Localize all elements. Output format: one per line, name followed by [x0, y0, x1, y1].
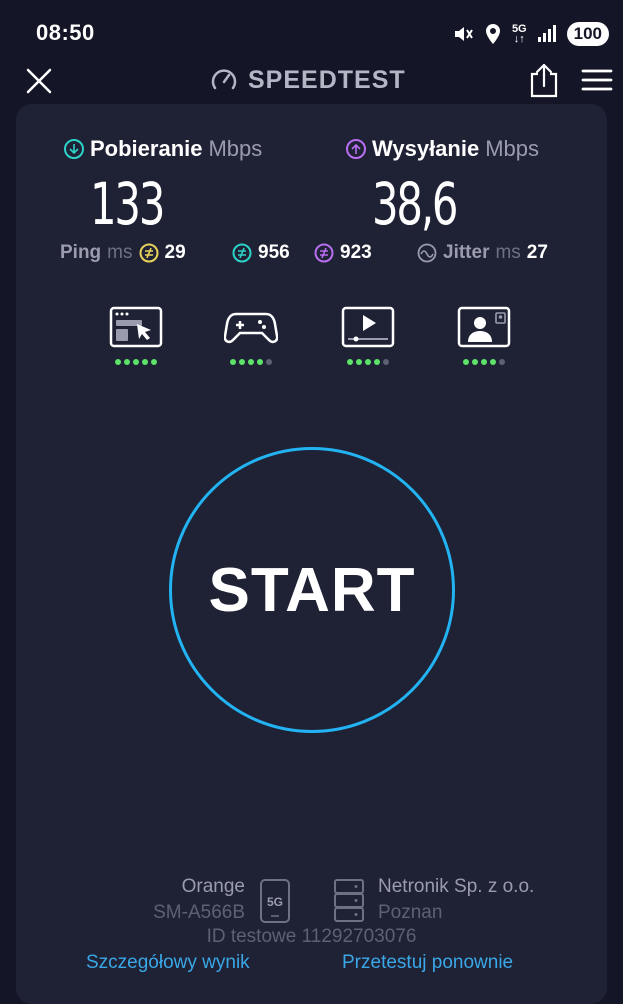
network-type-icon: 5G ↓↑ — [511, 23, 527, 45]
top-bar: SPEEDTEST — [0, 58, 623, 102]
ping-upload-value: 923 — [340, 242, 372, 263]
quality-gaming[interactable] — [221, 306, 281, 365]
details-link[interactable]: Szczegółowy wynik — [86, 952, 250, 974]
quality-dot — [365, 359, 371, 365]
battery-indicator: 100 — [566, 22, 609, 46]
device-model: SM-A566B — [153, 902, 245, 923]
quality-videocall[interactable] — [454, 306, 514, 365]
quality-dot — [383, 359, 389, 365]
start-label: START — [208, 555, 416, 625]
quality-dot — [490, 359, 496, 365]
latency-stats: Ping ms 29 956 923 Jitter ms 27 — [60, 242, 580, 270]
quality-dot — [374, 359, 380, 365]
download-metric: Pobieranie Mbps 133 — [64, 136, 262, 238]
server-icon — [334, 879, 364, 922]
video-streaming-icon — [341, 306, 395, 348]
download-icon — [64, 139, 84, 159]
jitter-value: 27 — [526, 242, 548, 263]
network-badge: 5G — [267, 895, 283, 909]
video-call-icon — [457, 306, 511, 348]
quality-dot — [472, 359, 478, 365]
ping-idle: Ping ms 29 — [60, 242, 186, 264]
gaming-icon — [223, 312, 279, 344]
quality-dots — [454, 359, 514, 365]
quality-dot — [347, 359, 353, 365]
ping-unit: ms — [107, 242, 133, 263]
quality-dot — [115, 359, 121, 365]
quality-video[interactable] — [338, 306, 398, 365]
quality-dot — [142, 359, 148, 365]
download-value: 133 — [90, 170, 165, 238]
idle-latency-icon — [139, 243, 158, 263]
results-card: Pobieranie Mbps 133 Wysyłanie Mbps 38,6 … — [16, 104, 607, 1004]
jitter-stat: Jitter ms 27 — [417, 242, 548, 264]
quality-dot — [239, 359, 245, 365]
brand: SPEEDTEST — [210, 64, 406, 96]
quality-dot — [257, 359, 263, 365]
quality-dot — [499, 359, 505, 365]
download-unit: Mbps — [208, 136, 263, 161]
app-title: SPEEDTEST — [248, 65, 406, 94]
mute-icon — [454, 27, 473, 41]
quality-dots — [221, 359, 281, 365]
ping-download: 956 — [232, 242, 290, 264]
share-icon[interactable] — [528, 62, 560, 98]
status-icons: 5G ↓↑ 100 — [452, 18, 609, 50]
clock: 08:50 — [36, 20, 95, 45]
ping-label: Ping — [60, 242, 102, 263]
phone-5g-icon: 5G — [260, 879, 290, 923]
status-bar: 08:50 5G ↓↑ 100 — [0, 0, 623, 62]
quality-dot — [481, 359, 487, 365]
start-button[interactable]: START — [169, 447, 455, 733]
quality-dot — [266, 359, 272, 365]
quality-dot — [463, 359, 469, 365]
jitter-unit: ms — [495, 242, 521, 263]
upload-icon — [346, 139, 366, 159]
quality-dot — [248, 359, 254, 365]
menu-icon[interactable] — [580, 66, 614, 94]
server-city: Poznan — [378, 902, 443, 923]
quality-dot — [230, 359, 236, 365]
jitter-icon — [417, 243, 437, 263]
quality-dot — [356, 359, 362, 365]
upload-metric: Wysyłanie Mbps 38,6 — [346, 136, 539, 238]
upload-label: Wysyłanie — [372, 136, 480, 161]
quality-dot — [124, 359, 130, 365]
test-id: ID testowe 11292703076 — [206, 926, 417, 947]
server-info[interactable]: Netronik Sp. z o.o. Poznan — [378, 874, 534, 926]
quality-browsing[interactable] — [106, 306, 166, 365]
ping-upload: 923 — [314, 242, 372, 264]
server-name: Netronik Sp. z o.o. — [378, 876, 535, 897]
close-icon[interactable] — [24, 66, 54, 96]
browsing-icon — [109, 306, 163, 348]
ping-idle-value: 29 — [164, 242, 186, 263]
quality-indicators — [106, 306, 526, 366]
retest-link[interactable]: Przetestuj ponownie — [342, 952, 513, 974]
carrier-name: Orange — [181, 876, 245, 897]
upload-latency-icon — [314, 243, 334, 263]
download-latency-icon — [232, 243, 252, 263]
upload-value: 38,6 — [372, 170, 459, 238]
carrier-info: Orange SM-A566B — [153, 874, 245, 926]
download-label: Pobieranie — [90, 136, 203, 161]
signal-icon — [537, 25, 556, 42]
quality-dot — [151, 359, 157, 365]
speedometer-icon — [211, 69, 237, 90]
jitter-label: Jitter — [443, 242, 490, 263]
quality-dots — [106, 359, 166, 365]
upload-unit: Mbps — [485, 136, 540, 161]
quality-dot — [133, 359, 139, 365]
quality-dots — [338, 359, 398, 365]
location-icon — [485, 24, 500, 44]
ping-download-value: 956 — [258, 242, 290, 263]
